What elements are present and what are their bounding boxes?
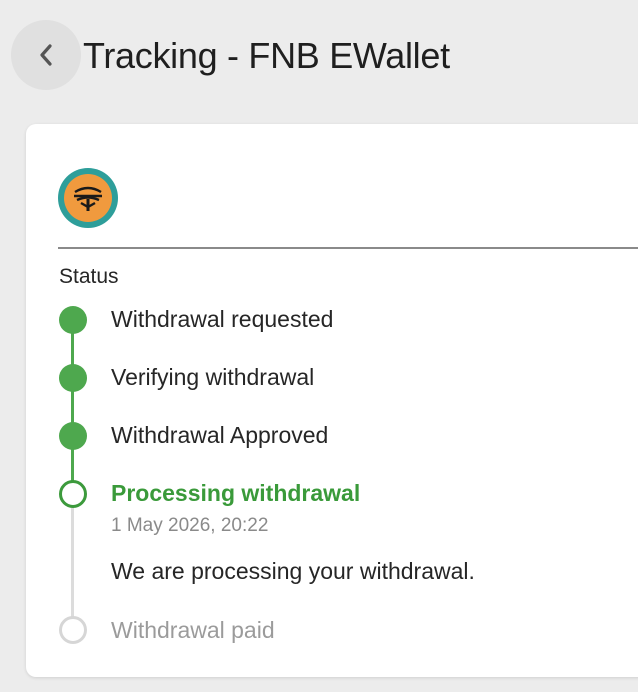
- tracking-card: Status Withdrawal requested Verifying wi…: [26, 124, 638, 677]
- page-title: Tracking - FNB EWallet: [83, 35, 450, 76]
- fnb-tree-logo-icon: [74, 186, 102, 211]
- step-label: Verifying withdrawal: [111, 364, 315, 390]
- divider: [58, 247, 638, 249]
- back-button[interactable]: [11, 20, 81, 90]
- step-complete-icon: [59, 422, 87, 450]
- step-label-pending: Withdrawal paid: [111, 617, 275, 643]
- step-complete-icon: [59, 306, 87, 334]
- timeline-line-pending: [71, 502, 74, 622]
- step-label: Withdrawal requested: [111, 306, 334, 332]
- step-label: Withdrawal Approved: [111, 422, 329, 448]
- step-current-icon: [59, 480, 87, 508]
- step-timestamp: 1 May 2026, 20:22: [111, 515, 269, 536]
- step-label-current: Processing withdrawal: [111, 480, 361, 506]
- fnb-logo: [58, 168, 118, 228]
- step-description: We are processing your withdrawal.: [111, 558, 475, 584]
- timeline-line-complete: [71, 314, 74, 490]
- tracking-page: Tracking - FNB EWallet Status Withdrawal…: [0, 0, 638, 692]
- status-heading: Status: [59, 265, 119, 288]
- chevron-left-icon: [40, 44, 52, 66]
- step-complete-icon: [59, 364, 87, 392]
- step-pending-icon: [59, 616, 87, 644]
